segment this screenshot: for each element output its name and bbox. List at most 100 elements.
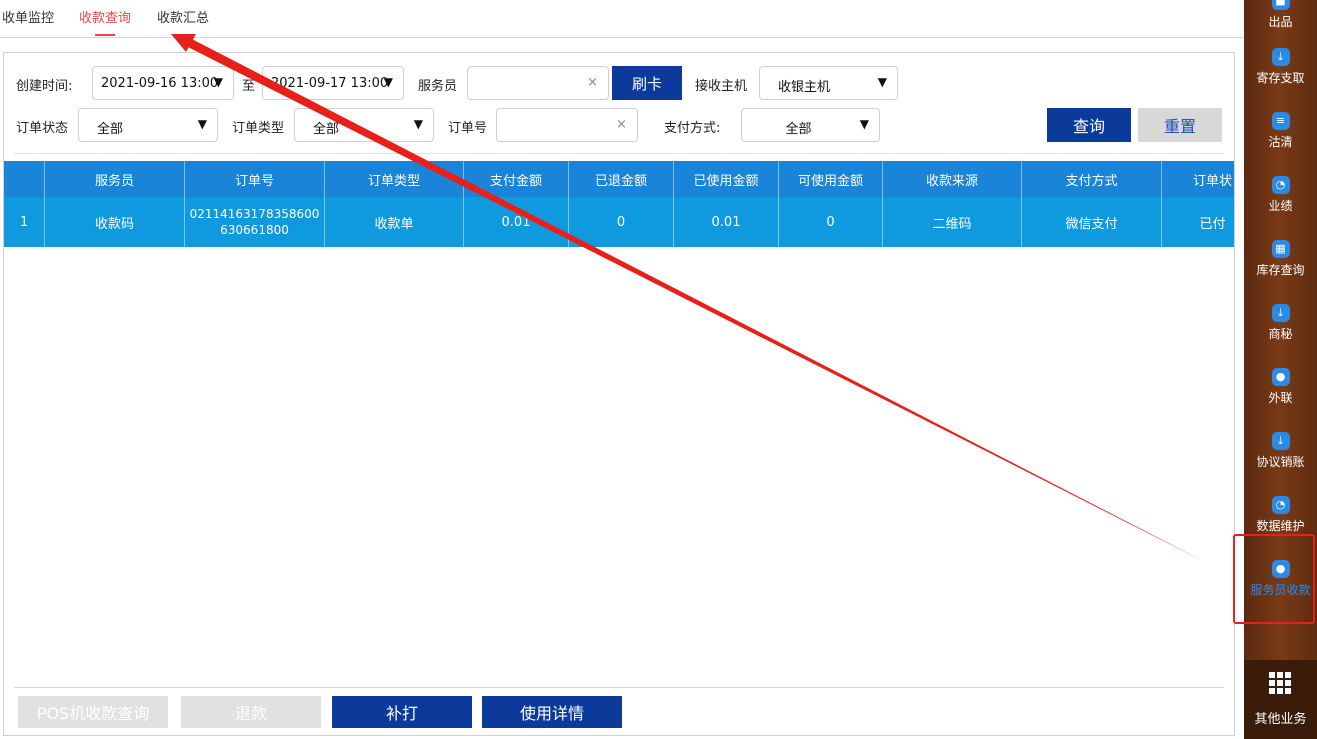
- pie-icon: ◔: [1271, 176, 1290, 194]
- order-status-value: 全部: [97, 122, 124, 137]
- row-cell-order-type: 收款单: [325, 197, 464, 247]
- sidebar-item-external[interactable]: ● 外联: [1244, 368, 1317, 406]
- sidebar-item-agreement[interactable]: ⤓ 协议销账: [1244, 432, 1317, 470]
- sidebar-item-label: 业绩: [1268, 199, 1293, 213]
- pos-query-button[interactable]: POS机收款查询: [18, 696, 168, 728]
- grid-icon: ▦: [1271, 240, 1290, 258]
- other-business-button[interactable]: 其他业务: [1244, 660, 1317, 739]
- annotation-highlight-box: [1233, 534, 1315, 624]
- header-cell-order-no[interactable]: 订单号: [185, 161, 325, 197]
- table-header: 服务员 订单号 订单类型 支付金额 已退金额 已使用金额 可使用金额 收款来源 …: [4, 161, 1234, 197]
- row-cell-order-no: 02114163178358600630661800: [185, 197, 325, 247]
- header-cell-source[interactable]: 收款来源: [883, 161, 1022, 197]
- apps-grid-icon: [1269, 672, 1291, 694]
- header-cell-index: [4, 161, 45, 197]
- table-row[interactable]: 1 收款码 02114163178358600630661800 收款单 0.0…: [4, 197, 1234, 247]
- download-icon: ⤓: [1271, 304, 1290, 322]
- tab-order-monitor[interactable]: 收单监控: [2, 7, 54, 26]
- query-panel: 创建时间: 2021-09-16 13:00 ▼ 至 2021-09-17 13…: [3, 52, 1235, 736]
- reprint-button[interactable]: 补打: [332, 696, 472, 728]
- query-button[interactable]: 查询: [1047, 108, 1131, 142]
- sidebar-item-data-maintenance[interactable]: ◔ 数据维护: [1244, 496, 1317, 534]
- receive-host-label: 接收主机: [695, 79, 748, 94]
- order-status-select[interactable]: 全部 ▼: [78, 108, 218, 142]
- header-cell-pay-amount[interactable]: 支付金额: [464, 161, 569, 197]
- sidebar-item-label: 数据维护: [1256, 519, 1305, 533]
- header-cell-refunded[interactable]: 已退金额: [569, 161, 674, 197]
- header-cell-available[interactable]: 可使用金额: [779, 161, 883, 197]
- sidebar-item-inventory[interactable]: ▦ 库存查询: [1244, 240, 1317, 278]
- refund-button[interactable]: 退款: [181, 696, 321, 728]
- pie-icon: ◔: [1271, 496, 1290, 514]
- chevron-down-icon: ▼: [859, 117, 869, 131]
- reset-button[interactable]: 重置: [1138, 108, 1222, 142]
- chevron-down-icon: ▼: [197, 117, 207, 131]
- start-time-select[interactable]: 2021-09-16 13:00 ▼: [92, 66, 234, 100]
- top-tab-bar: 收单监控 收款查询 收款汇总: [0, 0, 1244, 38]
- created-time-label: 创建时间:: [16, 79, 73, 94]
- row-cell-available: 0: [779, 197, 883, 247]
- clear-icon[interactable]: ×: [616, 117, 627, 132]
- pay-method-label: 支付方式:: [664, 121, 721, 136]
- right-sidebar: ■ 出品 ⤓ 寄存支取 ≡ 沽清 ◔ 业绩 ▦ 库存查询 ⤓ 商秘 ● 外联 ⤓…: [1244, 0, 1317, 739]
- sidebar-item-business-secret[interactable]: ⤓ 商秘: [1244, 304, 1317, 342]
- receive-host-value: 收银主机: [778, 80, 831, 95]
- user-icon: ●: [1271, 368, 1290, 386]
- swipe-card-button[interactable]: 刷卡: [612, 66, 682, 100]
- row-cell-index: 1: [4, 197, 45, 247]
- sidebar-item-label: 外联: [1268, 391, 1293, 405]
- header-cell-order-status[interactable]: 订单状: [1162, 161, 1234, 197]
- sidebar-item-label: 库存查询: [1256, 263, 1305, 277]
- sidebar-item-performance[interactable]: ◔ 业绩: [1244, 176, 1317, 214]
- receive-host-select[interactable]: 收银主机 ▼: [759, 66, 898, 100]
- order-no-input[interactable]: ×: [496, 108, 638, 142]
- row-cell-pay-method: 微信支付: [1022, 197, 1162, 247]
- box-icon: ■: [1271, 0, 1290, 10]
- download-icon: ⤓: [1271, 432, 1290, 450]
- pay-method-select[interactable]: 全部 ▼: [741, 108, 880, 142]
- other-business-label: 其他业务: [1254, 712, 1307, 727]
- to-label: 至: [242, 79, 256, 94]
- filter-divider: [14, 153, 1224, 154]
- list-icon: ≡: [1271, 112, 1290, 130]
- end-time-select[interactable]: 2021-09-17 13:00 ▼: [262, 66, 404, 100]
- chevron-down-icon: ▼: [413, 117, 423, 131]
- active-tab-indicator: [95, 34, 115, 36]
- chevron-down-icon: ▼: [877, 75, 887, 89]
- pay-method-value: 全部: [785, 122, 812, 137]
- order-no-label: 订单号: [448, 121, 488, 136]
- sidebar-item-soldout[interactable]: ≡ 沽清: [1244, 112, 1317, 150]
- header-cell-pay-method[interactable]: 支付方式: [1022, 161, 1162, 197]
- tab-payment-query[interactable]: 收款查询: [79, 7, 131, 26]
- sidebar-item-output[interactable]: ■ 出品: [1244, 0, 1317, 30]
- sidebar-item-label: 商秘: [1268, 327, 1293, 341]
- chevron-down-icon: ▼: [383, 75, 393, 89]
- header-cell-order-type[interactable]: 订单类型: [325, 161, 464, 197]
- order-type-select[interactable]: 全部 ▼: [294, 108, 434, 142]
- chevron-down-icon: ▼: [213, 75, 223, 89]
- row-cell-used: 0.01: [674, 197, 779, 247]
- row-cell-pay-amount: 0.01: [464, 197, 569, 247]
- row-cell-source: 二维码: [883, 197, 1022, 247]
- header-cell-waiter[interactable]: 服务员: [45, 161, 185, 197]
- end-time-value: 2021-09-17 13:00: [271, 76, 389, 91]
- action-bar-divider: [14, 687, 1224, 688]
- order-type-label: 订单类型: [232, 121, 285, 136]
- sidebar-item-label: 寄存支取: [1256, 71, 1305, 85]
- sidebar-item-label: 出品: [1268, 15, 1293, 29]
- clear-icon[interactable]: ×: [587, 75, 598, 90]
- row-cell-refunded: 0: [569, 197, 674, 247]
- sidebar-item-label: 沽清: [1268, 135, 1293, 149]
- row-cell-waiter: 收款码: [45, 197, 185, 247]
- header-cell-used[interactable]: 已使用金额: [674, 161, 779, 197]
- sidebar-item-deposit[interactable]: ⤓ 寄存支取: [1244, 48, 1317, 86]
- waiter-label: 服务员: [418, 79, 458, 94]
- order-status-label: 订单状态: [16, 121, 69, 136]
- order-type-value: 全部: [313, 122, 340, 137]
- row-cell-order-status: 已付: [1162, 197, 1234, 247]
- sidebar-item-label: 协议销账: [1256, 455, 1305, 469]
- start-time-value: 2021-09-16 13:00: [101, 76, 219, 91]
- waiter-input[interactable]: ×: [467, 66, 609, 100]
- usage-detail-button[interactable]: 使用详情: [482, 696, 622, 728]
- tab-payment-summary[interactable]: 收款汇总: [157, 7, 209, 26]
